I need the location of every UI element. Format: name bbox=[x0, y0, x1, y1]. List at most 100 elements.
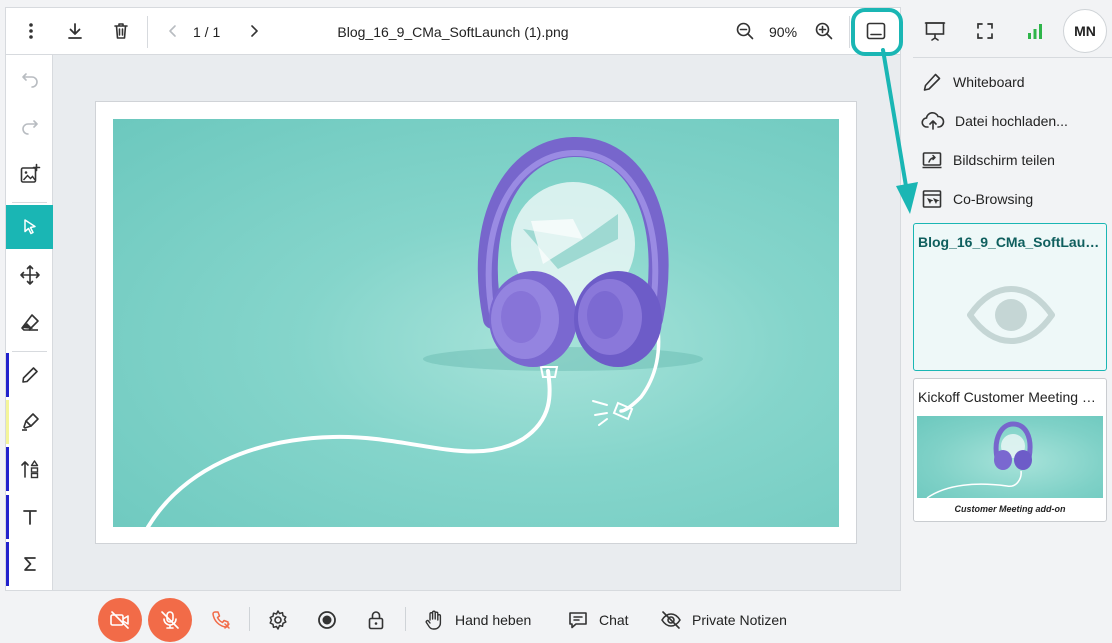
raise-hand-label: Hand heben bbox=[455, 612, 532, 628]
chevron-left-icon bbox=[169, 25, 176, 37]
document-card-title: Kickoff Customer Meeting add-on bbox=[918, 389, 1106, 405]
annotation-arrow bbox=[881, 48, 918, 214]
controls-divider bbox=[249, 607, 250, 631]
cursor-icon bbox=[23, 219, 36, 235]
headphones-thumbnail-icon bbox=[926, 421, 1033, 498]
select-tool-button[interactable] bbox=[6, 205, 53, 249]
chat-icon bbox=[569, 612, 587, 629]
zoom-in-button[interactable] bbox=[809, 16, 839, 46]
menu-item-upload[interactable]: Datei hochladen... bbox=[921, 106, 1068, 136]
leave-call-button[interactable] bbox=[205, 598, 237, 642]
presentation-button[interactable] bbox=[919, 15, 951, 47]
document-card-title: Blog_16_9_CMa_SoftLaunch (1).png bbox=[918, 234, 1106, 250]
toolbar-divider bbox=[849, 16, 850, 48]
document-image bbox=[113, 119, 839, 527]
pencil-icon bbox=[21, 367, 38, 383]
document-preview bbox=[914, 258, 1106, 370]
document-card[interactable]: Kickoff Customer Meeting add-on Customer… bbox=[913, 378, 1107, 522]
move-icon bbox=[19, 265, 40, 285]
user-avatar[interactable]: MN bbox=[1063, 9, 1107, 53]
toolbar-divider bbox=[12, 351, 47, 352]
hand-icon bbox=[425, 610, 442, 630]
document-card-selected[interactable]: Blog_16_9_CMa_SoftLaunch (1).png bbox=[913, 223, 1107, 371]
chevron-right-icon bbox=[251, 25, 258, 37]
kebab-menu-icon bbox=[29, 23, 33, 39]
document-thumbnail bbox=[917, 416, 1103, 498]
fullscreen-button[interactable] bbox=[969, 15, 1001, 47]
redo-button[interactable] bbox=[6, 105, 53, 149]
document-page bbox=[95, 101, 857, 544]
chat-button[interactable]: Chat bbox=[567, 598, 629, 642]
record-button[interactable] bbox=[311, 598, 343, 642]
download-icon bbox=[68, 23, 82, 39]
file-name: Blog_16_9_CMa_SoftLaunch (1).png bbox=[337, 24, 569, 40]
eraser-icon bbox=[20, 314, 39, 331]
lock-meeting-button[interactable] bbox=[360, 598, 392, 642]
connection-quality-indicator[interactable] bbox=[1019, 15, 1051, 47]
add-image-button[interactable] bbox=[6, 152, 53, 196]
document-viewer: 1 / 1 Blog_16_9_CMa_SoftLaunch (1).png 9… bbox=[5, 7, 903, 591]
sigma-icon bbox=[23, 557, 36, 571]
toolbar-divider bbox=[147, 16, 148, 48]
microphone-toggle-button[interactable] bbox=[148, 598, 192, 642]
menu-item-whiteboard[interactable]: Whiteboard bbox=[921, 67, 1025, 97]
move-tool-button[interactable] bbox=[6, 253, 53, 297]
signal-strength-icon bbox=[1028, 24, 1042, 39]
phone-hangup-icon bbox=[212, 611, 230, 629]
viewer-toolbar: 1 / 1 Blog_16_9_CMa_SoftLaunch (1).png 9… bbox=[6, 8, 903, 56]
call-controls: Hand heben Chat Private Notizen bbox=[0, 595, 1112, 643]
pen-tool-button[interactable] bbox=[6, 353, 53, 397]
highlighter-tool-button[interactable] bbox=[6, 400, 53, 444]
shapes-tool-button[interactable] bbox=[6, 447, 53, 491]
presentation-icon bbox=[924, 22, 946, 41]
delete-button[interactable] bbox=[106, 16, 136, 46]
eraser-tool-button[interactable] bbox=[6, 301, 53, 345]
chat-label: Chat bbox=[599, 612, 629, 628]
settings-button[interactable] bbox=[262, 598, 294, 642]
menu-item-screen-share[interactable]: Bildschirm teilen bbox=[921, 145, 1055, 175]
menu-item-label: Whiteboard bbox=[953, 74, 1025, 90]
sidebar-divider bbox=[913, 57, 1112, 58]
text-tool-button[interactable] bbox=[6, 495, 53, 539]
gear-icon bbox=[269, 610, 287, 630]
eye-off-icon bbox=[661, 611, 681, 629]
add-image-icon bbox=[20, 163, 40, 183]
formula-tool-button[interactable] bbox=[6, 542, 53, 586]
private-notes-label: Private Notizen bbox=[692, 612, 787, 628]
menu-item-label: Co-Browsing bbox=[953, 191, 1034, 207]
microphone-off-icon bbox=[161, 611, 179, 629]
lock-icon bbox=[368, 611, 384, 630]
menu-item-label: Datei hochladen... bbox=[955, 113, 1068, 129]
private-notes-button[interactable]: Private Notizen bbox=[660, 598, 787, 642]
thumbnail-caption: Customer Meeting add-on bbox=[917, 498, 1103, 520]
redo-icon bbox=[21, 120, 38, 135]
zoom-in-icon bbox=[815, 22, 833, 40]
next-page-button[interactable] bbox=[239, 16, 269, 46]
eye-icon bbox=[967, 286, 1055, 344]
undo-button[interactable] bbox=[6, 58, 53, 102]
text-icon bbox=[22, 510, 37, 525]
camera-off-icon bbox=[110, 611, 129, 629]
headphones-illustration bbox=[146, 136, 703, 527]
content-sidebar: Whiteboard Datei hochladen... Bildschirm… bbox=[905, 57, 1112, 643]
shapes-arrow-icon bbox=[20, 460, 38, 479]
camera-toggle-button[interactable] bbox=[98, 598, 142, 642]
drawing-toolbar bbox=[6, 55, 53, 590]
record-icon bbox=[318, 611, 336, 629]
controls-divider bbox=[405, 607, 406, 631]
menu-item-co-browsing[interactable]: Co-Browsing bbox=[921, 184, 1033, 214]
highlighter-icon bbox=[21, 413, 39, 431]
fullscreen-icon bbox=[977, 23, 993, 39]
toolbar-divider bbox=[12, 202, 47, 203]
zoom-level: 90% bbox=[769, 24, 798, 40]
download-button[interactable] bbox=[60, 16, 90, 46]
more-options-button[interactable] bbox=[16, 16, 46, 46]
zoom-out-button[interactable] bbox=[730, 16, 760, 46]
menu-item-label: Bildschirm teilen bbox=[953, 152, 1055, 168]
previous-page-button[interactable] bbox=[158, 16, 188, 46]
trash-icon bbox=[114, 23, 128, 39]
zoom-out-icon bbox=[736, 22, 754, 40]
meeting-controls: MN bbox=[905, 7, 1112, 55]
page-indicator: 1 / 1 bbox=[193, 24, 221, 40]
raise-hand-button[interactable]: Hand heben bbox=[423, 598, 531, 642]
